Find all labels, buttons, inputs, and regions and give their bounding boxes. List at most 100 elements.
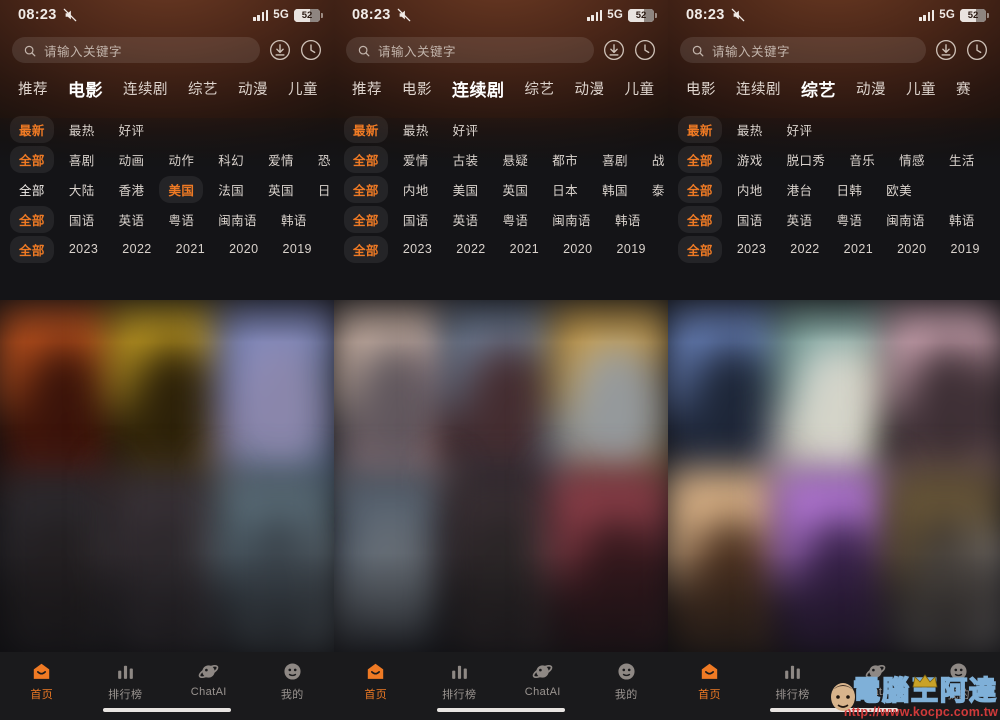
filter-chip[interactable]: 2021 <box>835 238 882 260</box>
poster-thumb[interactable] <box>441 300 561 487</box>
filter-chip[interactable]: 2022 <box>447 238 494 260</box>
poster-thumb[interactable] <box>550 469 668 652</box>
poster-thumb[interactable] <box>216 300 334 487</box>
category-tab-综艺[interactable]: 综艺 <box>178 78 228 99</box>
filter-chip[interactable]: 全部 <box>678 145 722 173</box>
tab-ChatAI[interactable]: ChatAI <box>501 661 585 698</box>
filter-chip[interactable]: 最新 <box>344 115 388 143</box>
poster-thumb[interactable] <box>0 300 118 487</box>
tab-排行榜[interactable]: 排行榜 <box>84 661 168 702</box>
filter-chip[interactable]: 日本 <box>543 176 587 203</box>
filter-chip[interactable]: 日韩 <box>827 176 871 203</box>
category-tab-连续剧[interactable]: 连续剧 <box>726 78 791 99</box>
filter-chip[interactable]: 韩国 <box>593 176 637 203</box>
poster-thumb[interactable] <box>107 469 227 652</box>
filter-chip[interactable]: 生活 <box>940 146 984 173</box>
filter-chip[interactable]: 2022 <box>781 238 828 260</box>
category-tab-推荐[interactable]: 推荐 <box>8 78 58 99</box>
download-circle-icon[interactable] <box>269 39 291 61</box>
filter-chip[interactable]: 全部 <box>10 176 54 203</box>
poster-thumb[interactable] <box>334 469 452 652</box>
filter-chip[interactable]: 内地 <box>728 176 772 203</box>
filter-chip[interactable]: 音乐 <box>840 146 884 173</box>
filter-chip[interactable]: 全部 <box>10 145 54 173</box>
filter-chip[interactable]: 英语 <box>778 206 822 233</box>
filter-chip[interactable]: 最新 <box>10 115 54 143</box>
filter-chip[interactable]: 古装 <box>444 146 488 173</box>
filter-chip[interactable]: 情感 <box>890 146 934 173</box>
filter-chip[interactable]: 好评 <box>444 116 488 143</box>
filter-chip[interactable]: 韩语 <box>940 206 984 233</box>
filter-chip[interactable]: 韩语 <box>606 206 650 233</box>
filter-chip[interactable]: 法国 <box>209 176 253 203</box>
filter-chip[interactable]: 全部 <box>344 235 388 263</box>
filter-chip[interactable]: 2023 <box>60 238 107 260</box>
filter-chip[interactable]: 英国 <box>259 176 303 203</box>
home-indicator[interactable] <box>103 707 231 712</box>
category-tab-推荐[interactable]: 推荐 <box>342 78 392 99</box>
filter-chip[interactable]: 最热 <box>394 116 438 143</box>
filter-chip[interactable]: 最热 <box>60 116 104 143</box>
filter-chip[interactable]: 脱口秀 <box>778 146 835 173</box>
filter-chip[interactable]: 英语 <box>444 206 488 233</box>
filter-chip[interactable]: 2022 <box>113 238 160 260</box>
poster-thumb[interactable] <box>668 300 785 487</box>
category-tab-连续剧[interactable]: 连续剧 <box>113 78 178 99</box>
search-input[interactable]: 请输入关键字 <box>680 37 926 63</box>
category-tab-儿童[interactable]: 儿童 <box>615 78 665 99</box>
filter-chip[interactable]: 全部 <box>678 175 722 203</box>
filter-chip[interactable]: 全部 <box>344 205 388 233</box>
tab-首页[interactable]: 首页 <box>0 661 84 702</box>
poster-thumb[interactable] <box>883 300 1000 487</box>
filter-chip[interactable]: 港台 <box>778 176 822 203</box>
filter-chip[interactable]: 闽南语 <box>209 206 266 233</box>
category-tab-电影[interactable]: 电影 <box>58 76 113 101</box>
tab-ChatAI[interactable]: ChatAI <box>834 661 917 698</box>
poster-thumb[interactable] <box>334 300 452 487</box>
filter-chip[interactable]: 好评 <box>110 116 154 143</box>
filter-chip[interactable]: 2019 <box>942 238 989 260</box>
tab-排行榜[interactable]: 排行榜 <box>418 661 502 702</box>
poster-thumb[interactable] <box>441 469 561 652</box>
clock-circle-icon[interactable] <box>300 39 322 61</box>
filter-chip[interactable]: 喜剧 <box>593 146 637 173</box>
filter-chip[interactable]: 全部 <box>10 235 54 263</box>
poster-thumb[interactable] <box>0 469 118 652</box>
clock-circle-icon[interactable] <box>966 39 988 61</box>
category-tab-综艺[interactable]: 综艺 <box>515 78 565 99</box>
filter-chip[interactable]: 粤语 <box>159 206 203 233</box>
filter-chip[interactable]: 2023 <box>728 238 775 260</box>
filter-chip[interactable]: 国语 <box>394 206 438 233</box>
filter-chip[interactable]: 科幻 <box>209 146 253 173</box>
category-tab-动漫[interactable]: 动漫 <box>228 78 278 99</box>
category-tab-动漫[interactable]: 动漫 <box>565 78 615 99</box>
tab-我的[interactable]: 我的 <box>251 661 335 702</box>
filter-chip[interactable]: 喜剧 <box>60 146 104 173</box>
download-circle-icon[interactable] <box>935 39 957 61</box>
category-tab-连续剧[interactable]: 连续剧 <box>442 76 515 101</box>
poster-thumb[interactable] <box>216 469 334 652</box>
filter-chip[interactable]: 2020 <box>220 238 267 260</box>
search-input[interactable]: 请输入关键字 <box>12 37 260 63</box>
filter-chip[interactable]: 全部 <box>344 145 388 173</box>
filter-chip[interactable]: 欧美 <box>877 176 921 203</box>
search-input[interactable]: 请输入关键字 <box>346 37 594 63</box>
poster-thumb[interactable] <box>668 469 785 652</box>
filter-chip[interactable]: 2020 <box>888 238 935 260</box>
filter-chip[interactable]: 最新 <box>678 115 722 143</box>
filter-chip[interactable]: 闽南语 <box>543 206 600 233</box>
filter-chip[interactable]: 美国 <box>444 176 488 203</box>
filter-chip[interactable]: 闽南语 <box>877 206 934 233</box>
filter-chip[interactable]: 全部 <box>10 205 54 233</box>
filter-chip[interactable]: 动画 <box>110 146 154 173</box>
filter-chip[interactable]: 爱情 <box>259 146 303 173</box>
tab-我的[interactable]: 我的 <box>917 661 1000 702</box>
tab-我的[interactable]: 我的 <box>585 661 669 702</box>
tab-首页[interactable]: 首页 <box>668 661 751 702</box>
filter-chip[interactable]: 粤语 <box>827 206 871 233</box>
filter-chip[interactable]: 粤语 <box>493 206 537 233</box>
poster-thumb[interactable] <box>107 300 227 487</box>
filter-chip[interactable]: 国语 <box>60 206 104 233</box>
category-tab-赛[interactable]: 赛 <box>946 78 981 99</box>
filter-chip[interactable]: 悬疑 <box>493 146 537 173</box>
